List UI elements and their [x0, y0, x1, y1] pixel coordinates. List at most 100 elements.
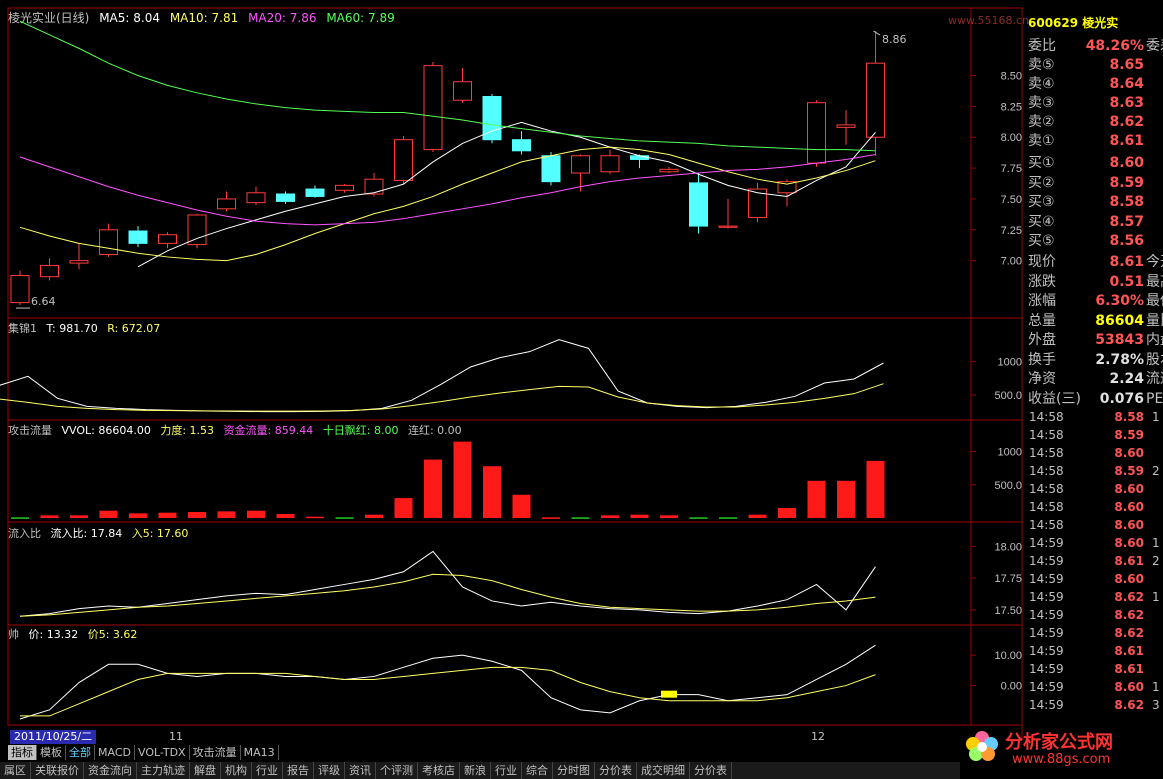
- bottom-menu-item[interactable]: 报告: [283, 762, 314, 779]
- candle-body: [807, 102, 826, 164]
- bottom-menu-item[interactable]: 综合: [522, 762, 553, 779]
- buy-order-row[interactable]: 买④ 8.57: [1024, 213, 1163, 232]
- price-axis-label: 8.25: [1001, 101, 1022, 113]
- liuru-axis-label: 17.50: [994, 605, 1022, 617]
- candle-body: [40, 265, 59, 278]
- tick-row: 14:59 8.62: [1024, 625, 1163, 642]
- shuai-axis-label: 0.00: [1001, 681, 1022, 693]
- flow-bar: [483, 466, 501, 518]
- price-axis-label: 8.50: [1001, 71, 1022, 83]
- order-label: 买②: [1028, 174, 1055, 191]
- tick-row: 14:59 8.62: [1024, 607, 1163, 624]
- flow-bar: [158, 512, 177, 518]
- quote-label: 现价: [1028, 254, 1056, 270]
- quote-value: 0.076: [1099, 390, 1144, 407]
- tick-price: 8.60: [1114, 572, 1144, 586]
- quote-value: 53843: [1095, 332, 1144, 348]
- bottom-menu-item[interactable]: 考核店: [418, 762, 460, 779]
- tick-volume: 3: [1152, 698, 1160, 712]
- price-axis-label: 7.75: [1001, 163, 1022, 175]
- bottom-menu-item[interactable]: 评级: [314, 762, 345, 779]
- tab-template[interactable]: 模板: [37, 745, 66, 760]
- buy-order-row[interactable]: 买⑤ 8.56: [1024, 232, 1163, 251]
- bottom-menu-item[interactable]: 资金流向: [84, 762, 137, 779]
- sell-order-row[interactable]: 卖② 8.62: [1024, 113, 1163, 132]
- tick-row: 14:58 8.60: [1024, 517, 1163, 534]
- price-axis-label: 8.00: [1001, 132, 1022, 144]
- candle-body: [866, 62, 885, 138]
- bottom-menu-item[interactable]: 行业: [252, 762, 283, 779]
- month-label-11: 11: [169, 730, 183, 743]
- bottom-menu-item[interactable]: 行业: [491, 762, 522, 779]
- tab-indicator[interactable]: 指标: [8, 745, 37, 760]
- ma-line-ma60: [19, 20, 876, 152]
- flow-bar: [424, 459, 442, 518]
- bottom-menu-item[interactable]: 分价表: [595, 762, 637, 779]
- tick-price: 8.60: [1114, 446, 1144, 460]
- bottom-menu-item[interactable]: 个评测: [376, 762, 418, 779]
- bottom-menu-item[interactable]: 关联报价: [31, 762, 84, 779]
- order-price: 8.58: [1109, 194, 1144, 210]
- tab-macd[interactable]: MACD: [95, 745, 135, 760]
- jijin-axis-label: 1000: [998, 357, 1022, 369]
- tab-ma13[interactable]: MA13: [241, 745, 279, 760]
- tick-row: 14:58 8.60: [1024, 481, 1163, 498]
- bottom-menu-item[interactable]: 机构: [221, 762, 252, 779]
- bottom-menu-item[interactable]: 主力轨迹: [137, 762, 190, 779]
- sell-order-row[interactable]: 卖⑤ 8.65: [1024, 56, 1163, 75]
- jijin-t-line: [0, 339, 884, 413]
- bottom-menu-item[interactable]: 分时图: [553, 762, 595, 779]
- gongji-shiri-value: 十日飘红: 8.00: [322, 424, 399, 437]
- candle-body: [659, 168, 679, 173]
- tick-time: 14:58: [1029, 518, 1064, 532]
- month-label-12: 12: [811, 730, 825, 743]
- bottom-menu-item[interactable]: 属区: [0, 762, 31, 779]
- tab-gongji[interactable]: 攻击流量: [190, 745, 241, 760]
- tick-price: 8.60: [1114, 536, 1144, 550]
- tick-row: 14:59 8.61: [1024, 643, 1163, 660]
- sell-order-row[interactable]: 卖④ 8.64: [1024, 75, 1163, 94]
- quote-value: 8.61: [1109, 254, 1144, 270]
- jijin-t-value: T: 981.70: [46, 322, 98, 335]
- price-axis-label: 7.25: [1001, 225, 1022, 237]
- buy-order-row[interactable]: 买② 8.59: [1024, 174, 1163, 193]
- shuai-price5-line: [20, 666, 876, 717]
- chart-canvas[interactable]: 8.50 8.25 8.00 7.75 7.50 7.25 7.00 1000 500.0 100…: [0, 0, 1163, 779]
- buy-order-row[interactable]: 买① 8.60: [1024, 154, 1163, 173]
- liuru-value: 流入比: 17.84: [50, 527, 123, 540]
- bottom-menu-item[interactable]: 分价表: [690, 762, 732, 779]
- tab-vol-tdx[interactable]: VOL-TDX: [135, 745, 190, 760]
- tick-row: 14:59 8.60 1: [1024, 679, 1163, 696]
- order-label: 买①: [1028, 155, 1055, 171]
- bottom-menu-item[interactable]: 成交明细: [637, 762, 690, 779]
- bottom-menu-item[interactable]: 新浪: [460, 762, 491, 779]
- candle-body: [512, 139, 531, 152]
- flow-bar: [129, 513, 147, 518]
- order-price: 8.64: [1109, 76, 1144, 92]
- tick-price: 8.62: [1114, 698, 1144, 712]
- order-price: 8.60: [1109, 155, 1144, 171]
- flow-bar: [365, 514, 383, 518]
- quote-row: 净资 2.24流通: [1024, 370, 1163, 389]
- sell-order-row[interactable]: 卖① 8.61: [1024, 132, 1163, 151]
- candle-body: [69, 260, 89, 264]
- quote-value: 2.78%: [1095, 351, 1144, 368]
- tick-volume: 1: [1152, 410, 1160, 424]
- bottom-menu-item[interactable]: 解盘: [190, 762, 221, 779]
- tick-time: 14:58: [1029, 500, 1064, 514]
- quote-row: 总量 86604量比: [1024, 312, 1163, 331]
- flow-bar: [837, 480, 855, 518]
- buy-order-row[interactable]: 买③ 8.58: [1024, 193, 1163, 212]
- quote-label: 总量: [1028, 312, 1056, 329]
- site-watermark: www.55168.cn: [948, 14, 1029, 27]
- high-marker: [873, 30, 881, 36]
- flow-bar: [601, 515, 619, 518]
- bottom-menu-item[interactable]: 资讯: [345, 762, 376, 779]
- tab-all[interactable]: 全部: [66, 745, 95, 760]
- candle-body: [423, 65, 443, 151]
- tick-time: 14:59: [1029, 644, 1064, 658]
- candle-body: [541, 155, 561, 183]
- quote-label: 外盘: [1028, 332, 1056, 348]
- liuru-axis-label: 18.00: [994, 541, 1022, 553]
- sell-order-row[interactable]: 卖③ 8.63: [1024, 94, 1163, 113]
